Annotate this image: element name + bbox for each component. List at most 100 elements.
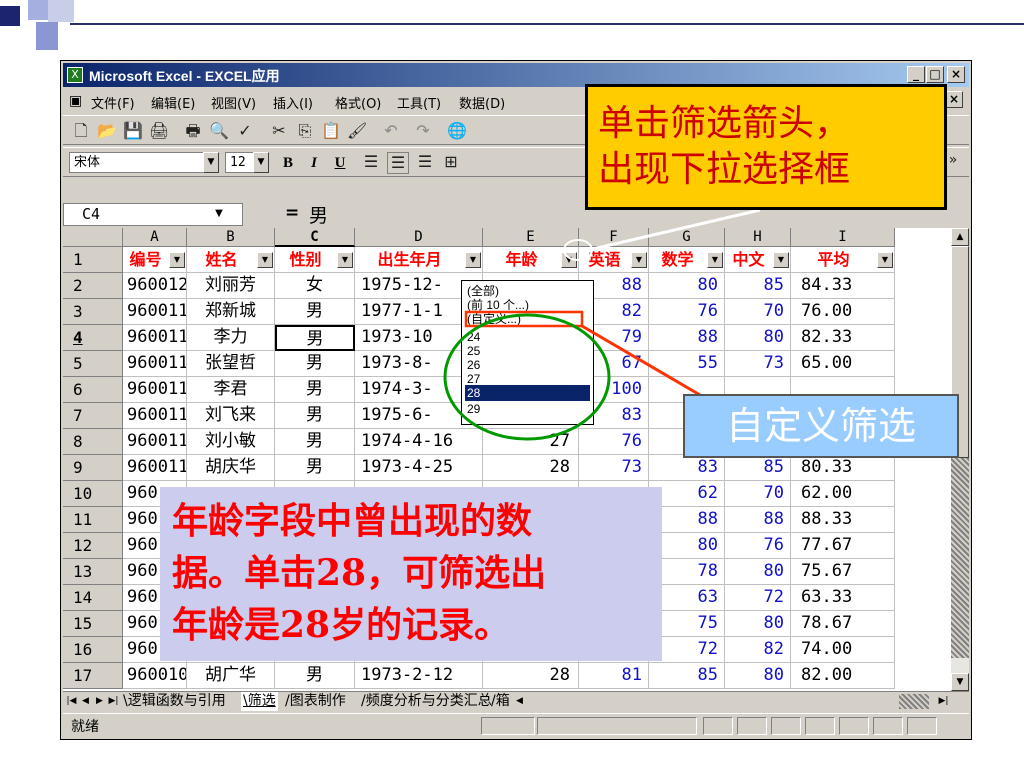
cell-d17[interactable]: 1973-2-12: [355, 663, 483, 689]
filter-arrow-icon[interactable]: ▼: [257, 252, 273, 268]
permission-icon[interactable]: 🖨: [149, 121, 169, 141]
cell-b7[interactable]: 刘飞来: [187, 403, 275, 429]
cell-i15[interactable]: 78.67: [791, 611, 895, 637]
cell-b3[interactable]: 郑新城: [187, 299, 275, 325]
cell-c6[interactable]: 男: [275, 377, 355, 403]
save-icon[interactable]: 💾: [123, 121, 143, 141]
column-header-b[interactable]: B: [187, 228, 275, 247]
cell-h3[interactable]: 70: [725, 299, 791, 325]
cell-i3[interactable]: 76.00: [791, 299, 895, 325]
cell-i10[interactable]: 62.00: [791, 481, 895, 507]
row-header[interactable]: 8: [63, 429, 123, 455]
cell-h2[interactable]: 85: [725, 273, 791, 299]
row-header[interactable]: 15: [63, 611, 123, 637]
cell-a5[interactable]: 9600117: [123, 351, 187, 377]
cell-h17[interactable]: 80: [725, 663, 791, 689]
cell-d8[interactable]: 1974-4-16: [355, 429, 483, 455]
cell-a6[interactable]: 9600116: [123, 377, 187, 403]
scroll-track[interactable]: [951, 458, 969, 658]
field-header-cell[interactable]: 数学 ▼: [649, 247, 725, 273]
tab-filter[interactable]: \筛选: [241, 692, 278, 711]
hyperlink-icon[interactable]: 🌐: [447, 121, 467, 141]
filter-arrow-icon[interactable]: ▼: [465, 252, 481, 268]
row-header[interactable]: 6: [63, 377, 123, 403]
cell-b5[interactable]: 张望哲: [187, 351, 275, 377]
prev-sheet-icon[interactable]: ◀: [79, 694, 92, 709]
cell-b8[interactable]: 刘小敏: [187, 429, 275, 455]
merge-center-icon[interactable]: ⊞: [441, 152, 461, 172]
active-cell-c4[interactable]: 男: [275, 325, 355, 351]
cell-f8[interactable]: 76: [579, 429, 649, 455]
filter-option-special[interactable]: (自定义...): [465, 311, 590, 327]
filter-arrow-icon[interactable]: ▼: [877, 252, 893, 268]
row-header[interactable]: 12: [63, 533, 123, 559]
cell-g3[interactable]: 76: [649, 299, 725, 325]
open-icon[interactable]: 📂: [97, 121, 117, 141]
row-header[interactable]: 9: [63, 455, 123, 481]
cell-h5[interactable]: 73: [725, 351, 791, 377]
cell-h15[interactable]: 80: [725, 611, 791, 637]
hscroll-left-icon[interactable]: ◀: [513, 694, 526, 709]
filter-arrow-icon[interactable]: ▼: [773, 252, 789, 268]
row-header[interactable]: 10: [63, 481, 123, 507]
italic-button[interactable]: I: [303, 152, 325, 174]
tab-more[interactable]: /箱: [491, 692, 510, 711]
cell-i12[interactable]: 77.67: [791, 533, 895, 559]
cut-icon[interactable]: ✂: [269, 121, 289, 141]
cell-h13[interactable]: 80: [725, 559, 791, 585]
filter-arrow-icon[interactable]: ▼: [561, 252, 577, 268]
select-all-corner[interactable]: [63, 228, 123, 247]
filter-arrow-icon[interactable]: ▼: [337, 252, 353, 268]
row-header[interactable]: 11: [63, 507, 123, 533]
field-header-cell[interactable]: 英语 ▼: [579, 247, 649, 273]
cell-a17[interactable]: 9600105: [123, 663, 187, 689]
column-header-d[interactable]: D: [355, 228, 483, 247]
cell-b17[interactable]: 胡广华: [187, 663, 275, 689]
field-header-cell[interactable]: 出生年月 ▼: [355, 247, 483, 273]
row-header[interactable]: 5: [63, 351, 123, 377]
scroll-up-icon[interactable]: ▲: [951, 228, 969, 246]
tab-frequency[interactable]: /频度分析与分类汇总: [361, 692, 492, 711]
cell-h14[interactable]: 72: [725, 585, 791, 611]
maximize-button[interactable]: □: [926, 66, 944, 83]
cell-e17[interactable]: 28: [483, 663, 579, 689]
cell-i14[interactable]: 63.33: [791, 585, 895, 611]
doc-close-button[interactable]: ×: [945, 91, 963, 108]
format-painter-icon[interactable]: 🖌: [347, 121, 367, 141]
column-header-c[interactable]: C: [275, 228, 355, 247]
close-button[interactable]: ×: [947, 66, 965, 83]
menu-view[interactable]: 视图(V): [211, 93, 256, 112]
underline-button[interactable]: U: [329, 152, 351, 174]
column-header-i[interactable]: I: [791, 228, 895, 247]
row-header[interactable]: 1: [63, 247, 123, 273]
cell-g17[interactable]: 85: [649, 663, 725, 689]
cell-b2[interactable]: 刘丽芳: [187, 273, 275, 299]
cell-c8[interactable]: 男: [275, 429, 355, 455]
font-name-box[interactable]: 宋体: [69, 152, 219, 173]
chevron-down-icon[interactable]: ▼: [203, 152, 219, 173]
menu-format[interactable]: 格式(O): [335, 93, 381, 112]
scroll-down-icon[interactable]: ▼: [951, 673, 969, 691]
cell-a7[interactable]: 9600115: [123, 403, 187, 429]
filter-option-value[interactable]: 28: [465, 385, 590, 401]
menu-insert[interactable]: 插入(I): [273, 93, 313, 112]
cell-a9[interactable]: 9600113: [123, 455, 187, 481]
cell-f17[interactable]: 81: [579, 663, 649, 689]
align-right-icon[interactable]: ☰: [415, 152, 435, 172]
column-header-f[interactable]: F: [579, 228, 649, 247]
row-header[interactable]: 3: [63, 299, 123, 325]
column-header-h[interactable]: H: [725, 228, 791, 247]
tab-chart[interactable]: /图表制作: [285, 692, 346, 711]
filter-option-value[interactable]: 29: [465, 401, 590, 417]
field-header-cell[interactable]: 年龄 ▼: [483, 247, 579, 273]
print-preview-icon[interactable]: 🔍: [209, 121, 229, 141]
cell-h11[interactable]: 88: [725, 507, 791, 533]
cell-b4[interactable]: 李力: [187, 325, 275, 351]
cell-i16[interactable]: 74.00: [791, 637, 895, 663]
cell-c17[interactable]: 男: [275, 663, 355, 689]
cell-e8[interactable]: 27: [483, 429, 579, 455]
vertical-scrollbar[interactable]: ▲ ▼: [951, 228, 969, 691]
filter-arrow-icon[interactable]: ▼: [707, 252, 723, 268]
menu-data[interactable]: 数据(D): [459, 93, 505, 112]
field-header-cell[interactable]: 平均 ▼: [791, 247, 895, 273]
